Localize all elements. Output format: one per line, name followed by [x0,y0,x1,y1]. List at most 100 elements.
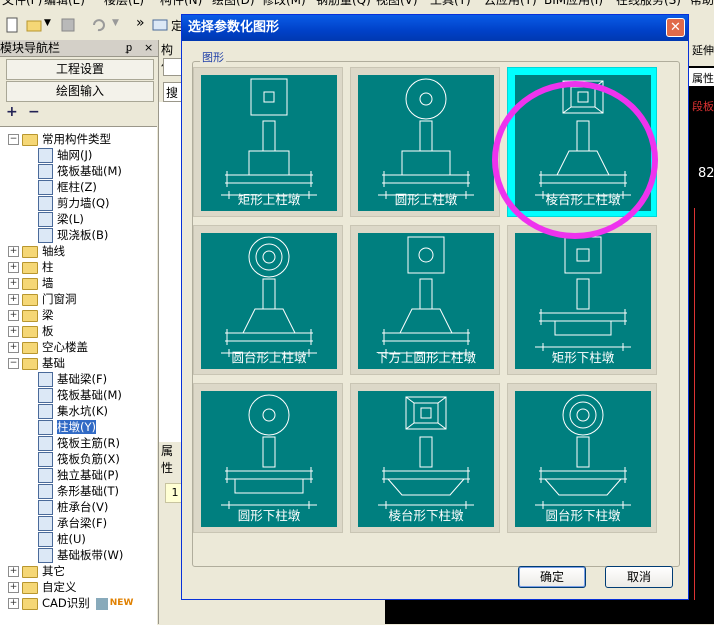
shape-tile[interactable]: 下方上圆形上柱墩 [350,225,500,375]
tree-item-label: 筏板基础(M) [57,388,122,402]
undo-dropdown-icon[interactable]: ▼ [112,18,119,28]
tree-item[interactable]: 框柱(Z) [38,179,97,195]
strip-footing-icon [38,484,53,499]
close-panel-icon[interactable]: × [144,40,153,56]
expand-icon[interactable]: + [8,278,19,289]
tree-item[interactable]: 现浇板(B) [38,227,108,243]
tree-toolbar: + − [4,104,54,122]
open-dropdown-icon[interactable]: ▼ [44,18,51,28]
tree-item[interactable]: 筏板主筋(R) [38,435,120,451]
folder-icon [22,133,38,146]
expand-icon[interactable]: + [8,310,19,321]
tree-remove-icon[interactable]: − [28,104,40,120]
shape-tile[interactable]: 圆台形下柱墩 [507,383,657,533]
cad-toolbar: 延伸 [688,40,714,66]
expand-icon[interactable]: + [8,294,19,305]
project-settings-button[interactable]: 工程设置 [6,59,154,80]
tree-item[interactable]: 筏板负筋(X) [38,451,120,467]
undo-icon[interactable] [90,17,106,33]
tree-folder[interactable]: + 其它 [8,563,65,579]
folder-icon [22,581,38,594]
tree-item[interactable]: 桩(U) [38,531,86,547]
tree-folder[interactable]: − 常用构件类型 [8,131,111,147]
tree-item[interactable]: 基础梁(F) [38,371,107,387]
toolbar-overflow-icon[interactable]: » [136,15,145,31]
tree-folder[interactable]: − 基础 [8,355,65,371]
tree-item-label: 现浇板(B) [57,228,109,242]
tree-folder[interactable]: + 轴线 [8,243,65,259]
expand-icon[interactable]: + [8,342,19,353]
extend-label[interactable]: 延伸 [692,42,714,58]
open-folder-icon[interactable] [26,17,42,33]
tree-item[interactable]: 独立基础(P) [38,467,119,483]
tree-item-label: 空心楼盖 [42,340,88,354]
tree-item[interactable]: 轴网(J) [38,147,92,163]
new-badge: NEW [109,598,134,608]
expand-icon[interactable]: + [8,566,19,577]
component-list [159,102,183,442]
tree-folder[interactable]: + 自定义 [8,579,77,595]
shape-tile[interactable]: 矩形下柱墩 [507,225,657,375]
expand-icon[interactable]: + [8,262,19,273]
tree-item[interactable]: 基础板带(W) [38,547,123,563]
collapse-icon[interactable]: − [8,134,19,145]
folder-icon [22,325,38,338]
expand-icon[interactable]: + [8,598,19,609]
shape-tile[interactable]: 圆形上柱墩 [350,67,500,217]
tree-folder[interactable]: + 墙 [8,275,54,291]
tree-item[interactable]: 梁(L) [38,211,84,227]
cancel-button[interactable]: 取消 [605,566,673,588]
tree-folder[interactable]: + 空心楼盖 [8,339,88,355]
save-icon[interactable] [60,17,76,33]
tree-item-label: 基础梁(F) [57,372,108,386]
tree-item[interactable]: 条形基础(T) [38,483,119,499]
tree-folder[interactable]: + 门窗洞 [8,291,77,307]
drawing-input-button[interactable]: 绘图输入 [6,81,154,102]
define-icon[interactable] [152,17,168,33]
tree-item-label: 梁 [42,308,54,322]
tree-item[interactable]: 剪力墙(Q) [38,195,110,211]
pile-icon [38,532,53,547]
raft-foundation-icon [38,164,53,179]
cad-attr-tab[interactable]: 属性 [688,68,714,86]
dialog-title-bar[interactable]: 选择参数化图形 ✕ [182,15,688,41]
pin-icon[interactable]: ᵱ [126,40,132,56]
foundation-strip-icon [38,548,53,563]
folder-icon [22,597,38,610]
shape-tile[interactable]: 圆形下柱墩 [193,383,343,533]
expand-icon[interactable]: + [8,246,19,257]
folder-icon [22,341,38,354]
slab-icon [38,228,53,243]
tree-folder[interactable]: + 柱 [8,259,54,275]
grid-icon [38,148,53,163]
ok-button[interactable]: 确定 [518,566,586,588]
highlight-ring-annotation [492,81,658,239]
new-file-icon[interactable] [4,17,20,33]
shape-tile-canvas: 圆形下柱墩 [201,391,337,527]
folder-icon [22,309,38,322]
tree-folder[interactable]: + 梁 [8,307,54,323]
tree-item[interactable]: 筏板基础(M) [38,163,122,179]
raft-negative-rebar-icon [38,452,53,467]
shape-caption: 矩形上柱墩 [237,192,301,207]
shape-tile[interactable]: 棱台形下柱墩 [350,383,500,533]
tree-item[interactable]: 集水坑(K) [38,403,108,419]
folder-icon [22,277,38,290]
shape-tile[interactable]: 圆台形上柱墩 [193,225,343,375]
expand-icon[interactable]: + [8,582,19,593]
collapse-icon[interactable]: − [8,358,19,369]
tree-item[interactable]: 柱墩(Y) [38,419,96,435]
tree-item-label: 柱 [42,260,54,274]
tree-item[interactable]: 筏板基础(M) [38,387,122,403]
tree-item[interactable]: 桩承台(V) [38,499,108,515]
tree-folder[interactable]: + CAD识别 NEW [8,595,133,611]
component-list-panel: 构件 搜索 属性 1 [159,40,185,624]
expand-icon[interactable]: + [8,326,19,337]
shape-tile[interactable]: 矩形上柱墩 [193,67,343,217]
panel-title: 模块导航栏 [0,41,61,55]
dialog-close-button[interactable]: ✕ [666,18,685,37]
tree-add-icon[interactable]: + [6,104,18,120]
tree-folder[interactable]: + 板 [8,323,54,339]
tree-item[interactable]: 承台梁(F) [38,515,107,531]
cad-canvas[interactable]: 延伸 属性 段板 82 [688,40,714,624]
